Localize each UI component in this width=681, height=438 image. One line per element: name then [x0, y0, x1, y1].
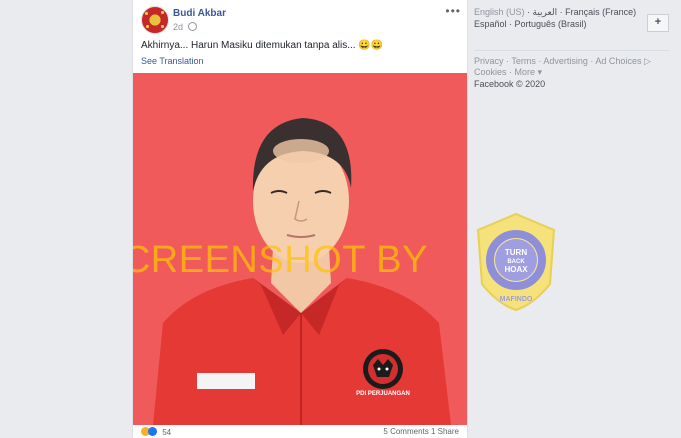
post-meta: 2d — [173, 22, 197, 32]
language-selector: English (US) · العربية · Français (Franc… — [474, 6, 674, 46]
badge-turn: TURN — [505, 248, 527, 257]
see-translation-link[interactable]: See Translation — [141, 56, 204, 66]
badge-mafindo: MAFINDO — [500, 296, 533, 303]
language-link-spanish[interactable]: Español — [474, 19, 507, 29]
more-options-icon[interactable]: ••• — [445, 4, 461, 18]
terms-link[interactable]: Terms — [511, 56, 536, 66]
footer-links: Privacy · Terms · Advertising · Ad Choic… — [474, 56, 651, 77]
post-text: Akhirnya... Harun Masiku ditemukan tanpa… — [141, 40, 384, 51]
language-list: English (US) · العربية · Français (Franc… — [474, 7, 637, 29]
language-link-portuguese[interactable]: Português (Brasil) — [515, 19, 587, 29]
current-language: English (US) — [474, 7, 525, 17]
globe-icon — [187, 22, 197, 31]
screenshot-watermark: SCREENSHOT BY — [133, 239, 428, 281]
ad-choices-link[interactable]: Ad Choices ▷ — [595, 56, 650, 66]
privacy-link[interactable]: Privacy — [474, 56, 504, 66]
right-sidebar: English (US) · العربية · Français (Franc… — [474, 6, 674, 89]
shirt-logo-text: PDI PERJUANGAN — [356, 391, 410, 397]
author-name[interactable]: Budi Akbar — [173, 8, 226, 19]
language-link-french[interactable]: Français (France) — [565, 7, 636, 17]
feed-post: Budi Akbar 2d ••• Akhirnya... Harun Masi… — [132, 0, 468, 438]
advertising-link[interactable]: Advertising — [543, 56, 588, 66]
reaction-count: 54 — [162, 428, 172, 437]
author-avatar[interactable] — [141, 6, 169, 34]
post-time[interactable]: 2d — [173, 22, 183, 32]
language-link-arabic[interactable]: العربية — [533, 7, 558, 17]
add-language-button[interactable]: + — [647, 14, 669, 32]
like-reaction-icon — [148, 427, 157, 436]
post-photo[interactable]: PDI PERJUANGAN SCREENSHOT BY — [133, 73, 467, 425]
post-footer: 54 5 Comments 1 Share — [133, 425, 467, 438]
copyright-text: Facebook © 2020 — [474, 79, 546, 89]
comments-shares[interactable]: 5 Comments 1 Share — [383, 427, 459, 436]
reactions-summary[interactable]: 54 — [141, 427, 171, 437]
cookies-link[interactable]: Cookies — [474, 67, 507, 77]
sidebar-divider — [474, 50, 669, 51]
turnbackhoax-badge: TURN BACK HOAX MAFINDO — [474, 212, 558, 312]
badge-hoax: HOAX — [504, 265, 528, 274]
more-link[interactable]: More ▾ — [515, 67, 543, 77]
